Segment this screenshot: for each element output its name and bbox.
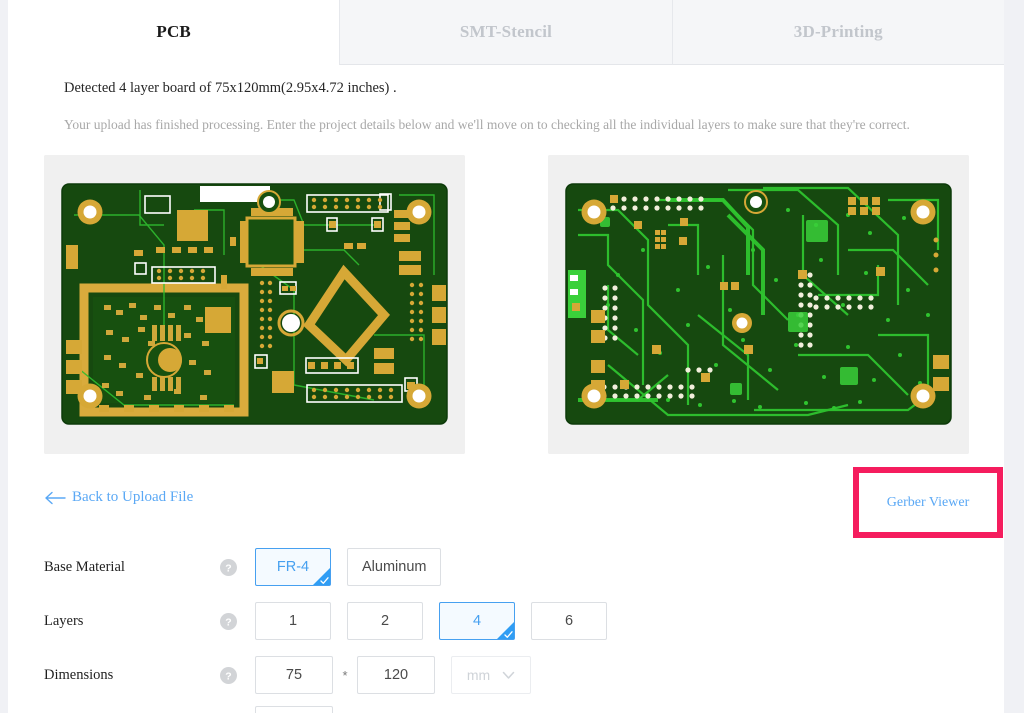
dimensions-label: Dimensions	[44, 666, 114, 683]
svg-text:?: ?	[225, 670, 231, 682]
gerber-viewer-highlight: Gerber Viewer	[853, 467, 1003, 538]
base-material-option-aluminum[interactable]: Aluminum	[347, 548, 442, 586]
gerber-viewer-label: Gerber Viewer	[886, 494, 970, 510]
layers-option-6[interactable]: 6	[531, 602, 607, 640]
page-root: PCB SMT-Stencil 3D-Printing Detected 4 l…	[0, 0, 1024, 713]
tab-pcb[interactable]: PCB	[8, 0, 340, 65]
dimensions-row: Dimensions ? 75 * 120 mm	[44, 656, 984, 694]
question-mark-icon[interactable]: ?	[220, 666, 237, 684]
layers-label: Layers	[44, 612, 84, 629]
next-field-partial[interactable]	[255, 706, 333, 713]
tab-bar: PCB SMT-Stencil 3D-Printing	[8, 0, 1004, 65]
back-to-upload-link[interactable]: Back to Upload File	[44, 489, 193, 506]
base-material-option-fr4-label: FR-4	[276, 559, 310, 575]
check-icon	[320, 577, 329, 584]
back-to-upload-label: Back to Upload File	[72, 489, 194, 505]
pcb-top-layer-preview[interactable]	[44, 155, 465, 454]
svg-text:?: ?	[225, 616, 231, 628]
dimensions-unit-value: mm	[466, 667, 491, 683]
pcb-bottom-layer-image	[548, 155, 969, 454]
layers-option-6-label: 6	[564, 613, 574, 629]
base-material-option-aluminum-label: Aluminum	[362, 559, 427, 575]
detected-board-info: Detected 4 layer board of 75x120mm(2.95x…	[64, 80, 397, 96]
layers-option-4[interactable]: 4	[439, 602, 515, 640]
tab-3d-printing[interactable]: 3D-Printing	[671, 0, 1004, 65]
pcb-bottom-layer-preview[interactable]	[548, 155, 969, 454]
content-card: PCB SMT-Stencil 3D-Printing Detected 4 l…	[8, 0, 1004, 713]
dimensions-separator: *	[342, 667, 348, 683]
layers-option-4-label: 4	[472, 613, 482, 629]
tab-smt-stencil[interactable]: SMT-Stencil	[339, 0, 672, 65]
tab-pcb-label: PCB	[156, 22, 191, 41]
dimensions-width-input[interactable]: 75	[255, 656, 333, 694]
question-mark-icon[interactable]: ?	[220, 558, 237, 576]
question-mark-icon[interactable]: ?	[220, 612, 237, 630]
pcb-top-layer-image	[44, 155, 465, 454]
base-material-option-fr4[interactable]: FR-4	[255, 548, 331, 586]
layers-option-2-label: 2	[380, 613, 390, 629]
tab-smt-stencil-label: SMT-Stencil	[459, 22, 553, 41]
arrow-left-icon	[45, 491, 66, 504]
base-material-row: Base Material ? FR-4 Aluminum	[44, 548, 984, 586]
layers-row: Layers ? 1 2 4 6	[44, 602, 984, 640]
dimensions-length-input[interactable]: 120	[357, 656, 435, 694]
check-icon	[504, 631, 513, 638]
layers-option-2[interactable]: 2	[347, 602, 423, 640]
upload-status-text: Your upload has finished processing. Ent…	[64, 117, 910, 132]
gerber-viewer-button[interactable]: Gerber Viewer	[859, 473, 997, 532]
layers-option-1[interactable]: 1	[255, 602, 331, 640]
tab-3d-printing-label: 3D-Printing	[793, 22, 883, 41]
chevron-down-icon	[502, 671, 515, 679]
layers-option-1-label: 1	[288, 613, 298, 629]
base-material-label: Base Material	[44, 558, 125, 575]
dimensions-length-value: 120	[383, 667, 409, 683]
dimensions-width-value: 75	[285, 667, 303, 683]
dimensions-unit-select[interactable]: mm	[451, 656, 531, 694]
svg-text:?: ?	[225, 562, 231, 574]
